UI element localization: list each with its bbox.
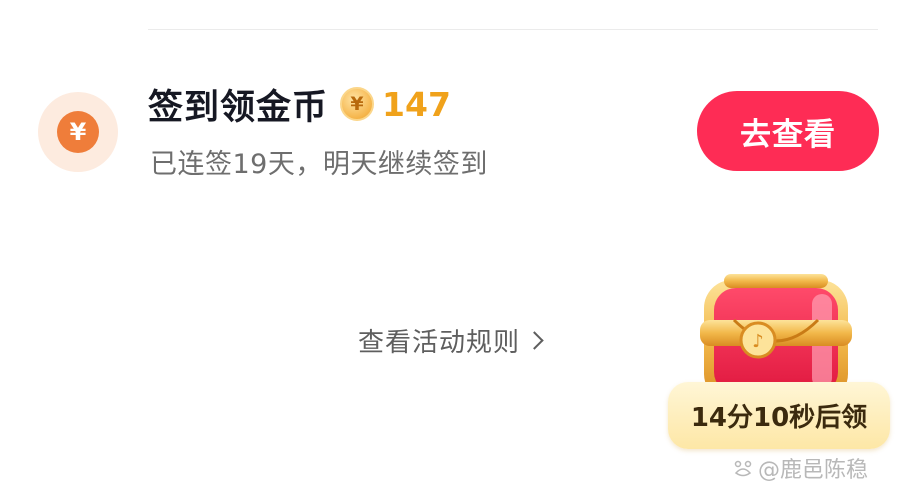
task-title: 签到领金币 — [148, 87, 329, 128]
yuan-icon: ¥ — [57, 111, 99, 153]
svg-text:♪: ♪ — [752, 331, 764, 352]
gold-coin-icon: ¥ — [340, 87, 375, 121]
paw-logo-icon — [734, 460, 752, 477]
watermark-text: @鹿邑陈稳 — [758, 458, 869, 483]
chest-countdown-text: 14分10秒后领 — [690, 403, 868, 433]
task-subtitle: 已连签19天，明天继续签到 — [150, 149, 488, 180]
view-button[interactable]: 去查看 — [697, 91, 879, 171]
watermark: @鹿邑陈稳 — [732, 452, 868, 484]
yuan-coin-task-icon: ¥ — [38, 92, 118, 172]
chevron-right-icon — [525, 331, 544, 350]
coin-reward-count: 147 — [382, 84, 451, 124]
activity-rules-label: 查看活动规则 — [358, 328, 521, 358]
chest-countdown-badge[interactable]: 14分10秒后领 — [668, 382, 890, 449]
task-title-row: 签到领金币 ¥ 147 — [148, 82, 451, 128]
activity-rules-link[interactable]: 查看活动规则 — [358, 322, 544, 359]
top-divider — [148, 29, 878, 30]
